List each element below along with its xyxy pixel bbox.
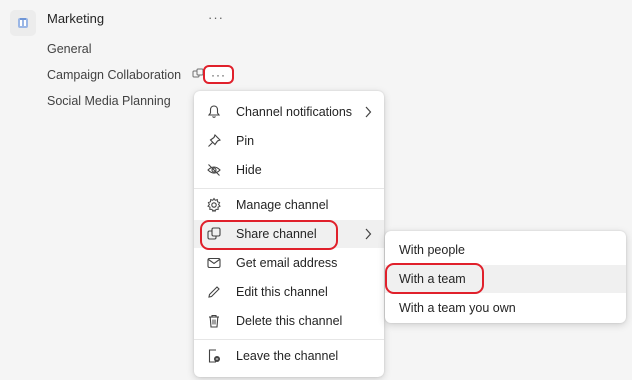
menu-item-label: Edit this channel	[236, 285, 328, 299]
bell-icon	[207, 105, 221, 118]
menu-item-get-email-address[interactable]: Get email address	[194, 249, 384, 277]
channel-item-campaign-collaboration[interactable]: Campaign Collaboration	[47, 68, 181, 82]
pencil-icon	[208, 286, 220, 298]
submenu-item-label: With people	[399, 243, 466, 257]
submenu-item-with-people[interactable]: With people	[385, 236, 626, 264]
menu-item-delete-this-channel[interactable]: Delete this channel	[194, 307, 384, 335]
leave-icon	[208, 349, 220, 363]
pin-icon	[208, 134, 221, 147]
menu-item-label: Manage channel	[236, 198, 329, 212]
menu-item-label: Delete this channel	[236, 314, 343, 328]
submenu-item-label: With a team you own	[399, 301, 516, 315]
menu-item-manage-channel[interactable]: Manage channel	[194, 191, 384, 219]
menu-item-hide[interactable]: Hide	[194, 156, 384, 184]
menu-item-pin[interactable]: Pin	[194, 127, 384, 155]
menu-item-label: Pin	[236, 134, 255, 148]
submenu-item-with-a-team-you-own[interactable]: With a team you own	[385, 294, 626, 322]
hide-icon	[207, 164, 221, 176]
menu-item-leave-the-channel[interactable]: Leave the channel	[194, 342, 384, 370]
menu-item-channel-notifications[interactable]: Channel notifications	[194, 98, 384, 126]
channel-item-general[interactable]: General	[47, 42, 91, 56]
menu-item-label: Channel notifications	[236, 105, 353, 119]
share-channel-highlight-outline	[200, 220, 338, 250]
channel-more-options-button[interactable]: ···	[203, 65, 234, 84]
menu-item-label: Hide	[236, 163, 262, 177]
menu-item-label: Leave the channel	[236, 349, 339, 363]
menu-item-label: Get email address	[236, 256, 338, 270]
with-a-team-highlight-outline	[385, 263, 484, 294]
menu-separator	[194, 188, 384, 189]
gear-icon	[207, 197, 221, 213]
mail-icon	[207, 257, 221, 269]
menu-separator	[194, 339, 384, 340]
team-more-options-button[interactable]: ···	[208, 10, 224, 25]
team-name[interactable]: Marketing	[47, 11, 104, 26]
chevron-right-icon	[365, 106, 372, 118]
channel-item-social-media-planning[interactable]: Social Media Planning	[47, 94, 171, 108]
chevron-right-icon	[365, 228, 372, 240]
team-avatar-icon[interactable]	[10, 10, 36, 36]
trash-icon	[209, 314, 219, 328]
menu-item-edit-this-channel[interactable]: Edit this channel	[194, 278, 384, 306]
